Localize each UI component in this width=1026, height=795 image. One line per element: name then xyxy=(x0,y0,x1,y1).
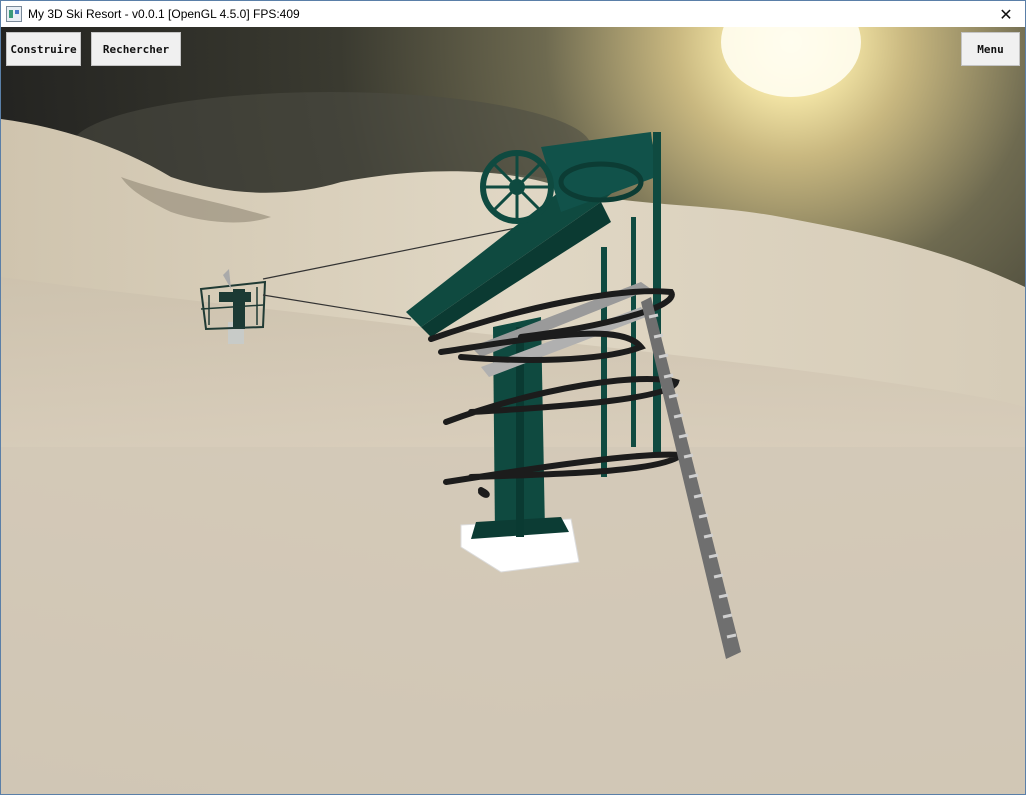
build-button[interactable]: Construire xyxy=(6,32,81,66)
app-icon xyxy=(6,6,22,22)
ski-scene[interactable] xyxy=(1,27,1025,795)
app-window: My 3D Ski Resort - v0.0.1 [OpenGL 4.5.0]… xyxy=(0,0,1026,795)
title-bar[interactable]: My 3D Ski Resort - v0.0.1 [OpenGL 4.5.0]… xyxy=(1,1,1025,27)
close-icon[interactable]: ✕ xyxy=(987,1,1025,27)
game-viewport[interactable]: Construire Rechercher Menu xyxy=(1,27,1025,795)
search-button[interactable]: Rechercher xyxy=(91,32,181,66)
window-title: My 3D Ski Resort - v0.0.1 [OpenGL 4.5.0]… xyxy=(28,7,300,21)
menu-button[interactable]: Menu xyxy=(961,32,1020,66)
